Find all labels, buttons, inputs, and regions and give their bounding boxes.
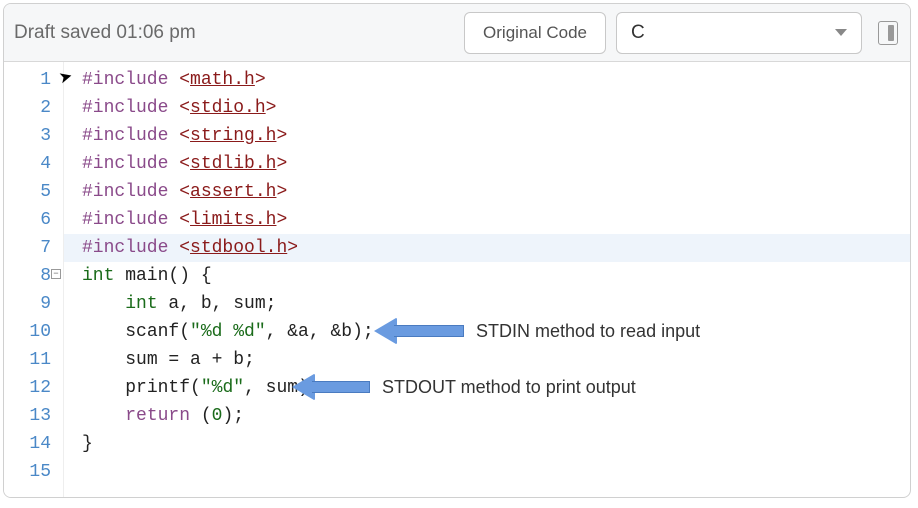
line-number: 6 xyxy=(4,206,51,234)
line-number: 1 xyxy=(4,66,51,94)
code-line: #include <stdlib.h> xyxy=(64,150,910,178)
code-line: #include <stdbool.h> xyxy=(64,234,910,262)
code-line: #include <math.h> xyxy=(64,66,910,94)
code-line: int a, b, sum; xyxy=(64,290,910,318)
line-number: 14 xyxy=(4,430,51,458)
code-line: } xyxy=(64,430,910,458)
line-number: 9 xyxy=(4,290,51,318)
line-number: 5 xyxy=(4,178,51,206)
line-number: 15 xyxy=(4,458,51,486)
code-line: return (0); xyxy=(64,402,910,430)
original-code-button[interactable]: Original Code xyxy=(464,12,606,54)
code-line: #include <assert.h> xyxy=(64,178,910,206)
panel-toggle-icon[interactable] xyxy=(878,21,898,45)
line-number: 2 xyxy=(4,94,51,122)
line-number: 10 xyxy=(4,318,51,346)
line-number: 13 xyxy=(4,402,51,430)
code-editor[interactable]: 1 2 3 4 5 6 7 8 9 10 11 12 13 14 15 #inc… xyxy=(4,62,910,497)
line-number: 7 xyxy=(4,234,51,262)
line-number: 11 xyxy=(4,346,51,374)
language-select-value: C xyxy=(631,22,645,44)
code-line: sum = a + b; xyxy=(64,346,910,374)
code-line: −int main() { xyxy=(64,262,910,290)
line-number: 12 xyxy=(4,374,51,402)
save-status: Draft saved 01:06 pm xyxy=(14,22,454,44)
code-line: #include <string.h> xyxy=(64,122,910,150)
code-area[interactable]: #include <math.h> #include <stdio.h> #in… xyxy=(64,62,910,497)
code-line: #include <limits.h> xyxy=(64,206,910,234)
code-line: printf("%d", sum); xyxy=(64,374,910,402)
editor-window: Draft saved 01:06 pm Original Code C 1 2… xyxy=(3,3,911,498)
line-number: 4 xyxy=(4,150,51,178)
code-line xyxy=(64,458,910,486)
code-line: #include <stdio.h> xyxy=(64,94,910,122)
code-line: scanf("%d %d", &a, &b); xyxy=(64,318,910,346)
toolbar: Draft saved 01:06 pm Original Code C xyxy=(4,4,910,62)
line-number: 3 xyxy=(4,122,51,150)
line-number: 8 xyxy=(4,262,51,290)
language-select[interactable]: C xyxy=(616,12,862,54)
fold-toggle-icon[interactable]: − xyxy=(51,269,61,279)
line-gutter: 1 2 3 4 5 6 7 8 9 10 11 12 13 14 15 xyxy=(4,62,64,497)
chevron-down-icon xyxy=(835,29,847,36)
